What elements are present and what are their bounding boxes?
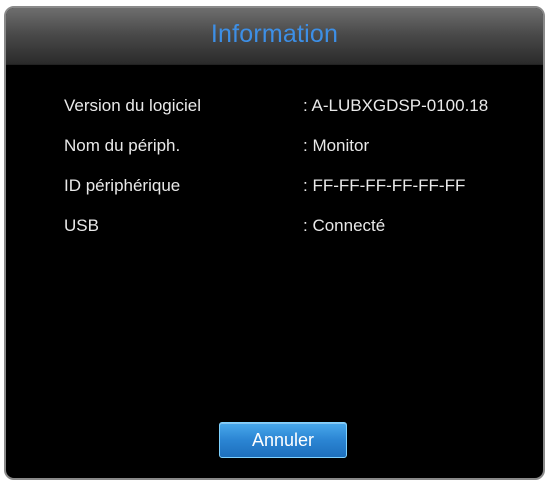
info-row-device-name: Nom du périph. : Monitor [64, 126, 524, 166]
info-row-usb: USB : Connecté [64, 206, 524, 246]
info-value: : Monitor [303, 136, 370, 155]
cancel-button[interactable]: Annuler [219, 422, 347, 458]
information-dialog: Information Version du logiciel : A-LUBX… [4, 6, 545, 480]
info-list: Version du logiciel : A-LUBXGDSP-0100.18… [64, 86, 524, 246]
dialog-title: Information [210, 20, 339, 48]
info-row-software-version: Version du logiciel : A-LUBXGDSP-0100.18 [64, 86, 524, 126]
info-row-device-id: ID périphérique : FF-FF-FF-FF-FF-FF [64, 166, 524, 206]
info-value: : Connecté [303, 216, 386, 235]
info-label: Version du logiciel [64, 96, 202, 115]
info-label: USB [64, 216, 99, 235]
info-label: ID périphérique [64, 176, 181, 195]
info-label: Nom du périph. [64, 136, 181, 155]
dialog-title-bar: Information [6, 8, 543, 65]
info-value: : A-LUBXGDSP-0100.18 [303, 96, 489, 115]
info-value: : FF-FF-FF-FF-FF-FF [303, 176, 466, 195]
